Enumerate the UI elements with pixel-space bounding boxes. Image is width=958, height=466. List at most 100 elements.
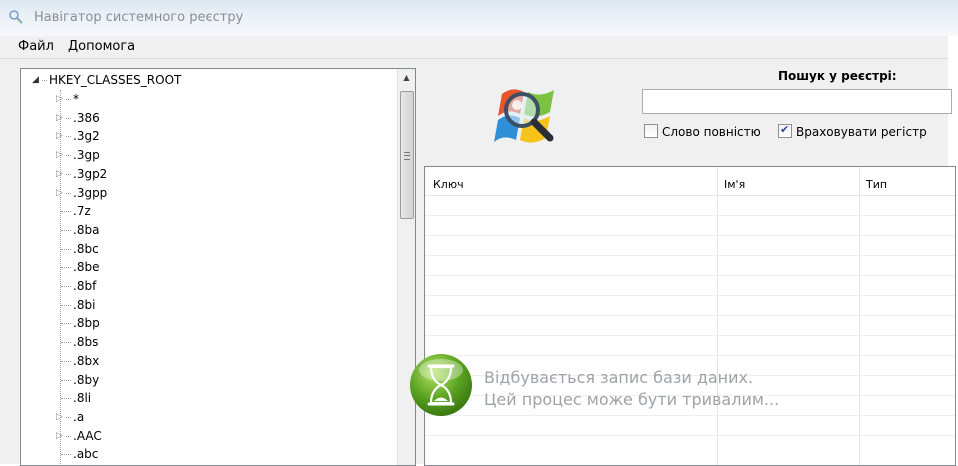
expand-icon[interactable]: ▷: [55, 408, 64, 426]
tree-node-label: .3gp: [73, 148, 100, 163]
column-divider[interactable]: [859, 167, 860, 465]
tree-connector: [61, 267, 71, 269]
scroll-thumb[interactable]: [400, 91, 414, 219]
tree-node[interactable]: .8bi: [55, 296, 95, 314]
tree-connector: [66, 99, 71, 100]
tree-node[interactable]: .8li: [55, 389, 91, 407]
tree-node[interactable]: .8by: [55, 371, 99, 389]
menu-help[interactable]: Допомога: [68, 39, 135, 54]
tree-connector: [61, 360, 71, 362]
tree-node-label: .a: [73, 409, 85, 424]
app-icon: [9, 10, 23, 24]
search-input[interactable]: [642, 89, 952, 114]
tree-node[interactable]: ▷ .a: [55, 408, 84, 426]
tree-node-label: .3gpp: [73, 185, 108, 200]
tree-node[interactable]: ▷ .AAC: [55, 427, 102, 445]
column-divider[interactable]: [717, 167, 718, 465]
grid-row-line: [425, 215, 955, 216]
menu-bar: Файл Допомога: [0, 36, 948, 59]
tree-connector: [61, 211, 71, 213]
tree-node[interactable]: ▷ .3gp2: [55, 165, 107, 183]
tree-node[interactable]: ▷ .386: [55, 109, 100, 127]
tree-node-label: .8bs: [73, 335, 99, 350]
tree-connector: [61, 454, 71, 456]
tree-node-label: .386: [73, 110, 100, 125]
tree-connector: [66, 192, 71, 194]
tree-node[interactable]: ▷ *: [55, 90, 79, 108]
tree-connector: [66, 416, 71, 418]
scroll-up-icon[interactable]: ▲: [398, 69, 415, 86]
tree-node[interactable]: .8bp: [55, 314, 100, 332]
tree-node[interactable]: .7z: [55, 202, 91, 220]
tree-node-label: .8by: [73, 372, 100, 387]
tree-connector: [61, 304, 71, 306]
collapse-icon[interactable]: ◢: [31, 71, 40, 89]
registry-tree[interactable]: ◢ HKEY_CLASSES_ROOT ▷ * ▷ .386 ▷ .3g2 ▷ .3gp ▷ .3…: [20, 68, 416, 466]
grip-icon: [404, 152, 410, 160]
expand-icon[interactable]: ▷: [55, 109, 64, 127]
tree-root-node[interactable]: ◢ HKEY_CLASSES_ROOT: [31, 71, 181, 89]
tree-node[interactable]: .8be: [55, 258, 99, 276]
expand-icon[interactable]: ▷: [55, 165, 64, 183]
grid-row-line: [425, 335, 955, 336]
tree-node-label: .8ba: [73, 222, 100, 237]
tree-node-label: .8bi: [73, 297, 96, 312]
column-key[interactable]: Ключ: [433, 178, 464, 191]
tree-node[interactable]: .8ba: [55, 221, 99, 239]
tree-node-label: .abc: [73, 447, 99, 462]
tree-node[interactable]: .8bs: [55, 333, 98, 351]
expand-icon[interactable]: ▷: [55, 184, 64, 202]
tree-node[interactable]: .abc: [55, 445, 98, 463]
busy-message: Відбувається запис бази даних. Цей проце…: [484, 367, 779, 411]
expand-icon[interactable]: ▷: [55, 90, 64, 108]
hourglass-icon: [410, 354, 472, 416]
tree-node-label: *: [73, 92, 79, 106]
tree-connector: [42, 80, 47, 81]
window-title: Навігатор системного реєстру: [34, 10, 244, 25]
tree-content: ◢ HKEY_CLASSES_ROOT ▷ * ▷ .386 ▷ .3g2 ▷ .3gp ▷ .3…: [21, 69, 396, 465]
grid-row-line: [425, 295, 955, 296]
tree-node[interactable]: .8bc: [55, 240, 99, 258]
checkbox-unchecked-icon[interactable]: [644, 124, 658, 138]
tree-connector: [66, 155, 71, 157]
grid-row-line: [425, 235, 955, 236]
search-label: Пошук у реєстрі:: [778, 69, 897, 83]
tree-connector: [61, 229, 71, 231]
match-case-checkbox[interactable]: Враховувати регістр: [778, 122, 927, 140]
expand-icon[interactable]: ▷: [55, 146, 64, 164]
column-name[interactable]: Ім'я: [724, 178, 745, 191]
column-type[interactable]: Тип: [866, 178, 887, 191]
tree-node[interactable]: ▷ .3gp: [55, 146, 100, 164]
title-bar: Навігатор системного реєстру: [0, 0, 958, 36]
tree-connector: [66, 117, 71, 119]
tree-connector: [61, 342, 71, 344]
menu-file[interactable]: Файл: [18, 39, 54, 54]
results-grid[interactable]: Ключ Ім'я Тип: [424, 166, 956, 466]
grid-header: Ключ Ім'я Тип: [425, 167, 955, 196]
tree-connector: [61, 323, 71, 325]
whole-word-label: Слово повністю: [662, 125, 761, 139]
tree-node[interactable]: ▷ .3g2: [55, 127, 100, 145]
checkbox-checked-icon[interactable]: [778, 122, 792, 138]
tree-node-label: .3g2: [73, 129, 100, 144]
grid-row-line: [425, 355, 955, 356]
expand-icon[interactable]: ▷: [55, 127, 64, 145]
tree-node-label: .8be: [73, 260, 100, 275]
tree-node-label: .8bc: [73, 241, 99, 256]
tree-node[interactable]: .8bf: [55, 277, 96, 295]
tree-connector: [61, 248, 71, 250]
tree-root-label: HKEY_CLASSES_ROOT: [49, 73, 182, 87]
grid-row-line: [425, 255, 955, 256]
tree-node-label: .8bf: [73, 279, 97, 293]
tree-connector: [66, 173, 71, 175]
grid-row-line: [425, 275, 955, 276]
tree-node[interactable]: .8bx: [55, 352, 99, 370]
registry-search-logo-icon: [494, 89, 554, 143]
tree-connector: [66, 136, 71, 138]
grid-row-line: [425, 315, 955, 316]
tree-node-label: .3gp2: [73, 166, 108, 181]
tree-node[interactable]: ▷ .3gpp: [55, 184, 107, 202]
whole-word-checkbox[interactable]: Слово повністю: [644, 124, 761, 140]
expand-icon[interactable]: ▷: [55, 427, 64, 445]
match-case-label: Враховувати регістр: [796, 125, 927, 139]
